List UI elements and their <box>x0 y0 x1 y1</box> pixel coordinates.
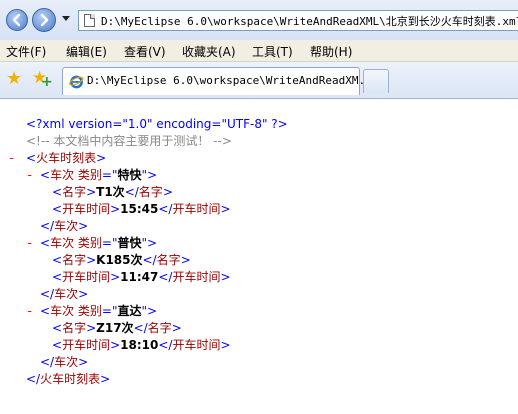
add-favorite-icon[interactable]: ★ + <box>32 70 53 90</box>
train-name: K185次 <box>96 253 143 267</box>
ie-icon <box>69 75 84 89</box>
forward-button[interactable] <box>32 8 56 32</box>
train-time: 18:10 <box>120 338 159 352</box>
tab-label: D:\MyEclipse 6.0\workspace\WriteAndReadX… <box>87 74 379 87</box>
menu-tools[interactable]: 工具(T) <box>252 43 293 60</box>
address-text: D:\MyEclipse 6.0\workspace\WriteAndReadX… <box>101 15 518 28</box>
train-time-line: <开车时间>18:10</开车时间> <box>52 338 231 352</box>
menu-bar: 文件(F) 编辑(E) 查看(V) 收藏夹(A) 工具(T) 帮助(H) <box>0 40 518 62</box>
xml-declaration: <?xml version="1.0" encoding="UTF-8" ?> <box>26 117 288 131</box>
train-close-line: </车次> <box>40 287 89 301</box>
favorites-star-icon[interactable]: ★ <box>6 70 22 88</box>
collapse-toggle[interactable]: - <box>26 235 33 252</box>
history-dropdown-icon[interactable] <box>62 16 70 21</box>
train-name: Z17次 <box>96 321 134 335</box>
back-button[interactable] <box>6 9 28 31</box>
menu-favorites[interactable]: 收藏夹(A) <box>182 43 236 60</box>
collapse-toggle[interactable]: - <box>26 167 33 184</box>
train-name-line: <名字>Z17次</名字> <box>52 321 182 335</box>
train-close-line: </车次> <box>40 219 89 233</box>
tab-current[interactable]: D:\MyEclipse 6.0\workspace\WriteAndReadX… <box>62 67 378 95</box>
train-time-line: <开车时间>11:47</开车时间> <box>52 270 231 284</box>
train-category: 普快 <box>117 236 142 250</box>
menu-file[interactable]: 文件(F) <box>6 43 46 60</box>
page-icon <box>84 14 95 27</box>
train-name-line: <名字>K185次</名字> <box>52 253 191 267</box>
collapse-toggle[interactable]: - <box>26 303 33 320</box>
train-close-line: </车次> <box>40 355 89 369</box>
menu-help[interactable]: 帮助(H) <box>310 43 352 60</box>
train-time: 15:45 <box>120 202 159 216</box>
menu-edit[interactable]: 编辑(E) <box>66 43 107 60</box>
new-tab-button[interactable] <box>363 69 389 93</box>
train-time-line: <开车时间>15:45</开车时间> <box>52 202 231 216</box>
address-input[interactable]: D:\MyEclipse 6.0\workspace\WriteAndReadX… <box>78 10 518 31</box>
root-close-line: </火车时刻表> <box>26 372 111 386</box>
root-tag: 火车时刻表 <box>36 151 97 165</box>
menu-view[interactable]: 查看(V) <box>124 43 166 60</box>
arrow-left-icon <box>12 13 21 27</box>
address-toolbar: D:\MyEclipse 6.0\workspace\WriteAndReadX… <box>0 0 518 41</box>
train-category: 直达 <box>117 304 142 318</box>
xml-document: <?xml version="1.0" encoding="UTF-8" ?> … <box>0 99 518 414</box>
train-category: 特快 <box>117 168 142 182</box>
arrow-right-icon <box>40 13 49 27</box>
tab-bar: ★ ★ + D:\MyEclipse 6.0\workspace\WriteAnd… <box>0 62 518 99</box>
xml-comment: <!-- 本文档中内容主要用于测试！ --> <box>26 134 232 148</box>
collapse-toggle[interactable]: - <box>8 150 15 167</box>
train-time: 11:47 <box>120 270 159 284</box>
train-name-line: <名字>T1次</名字> <box>52 185 173 199</box>
train-name: T1次 <box>96 185 125 199</box>
